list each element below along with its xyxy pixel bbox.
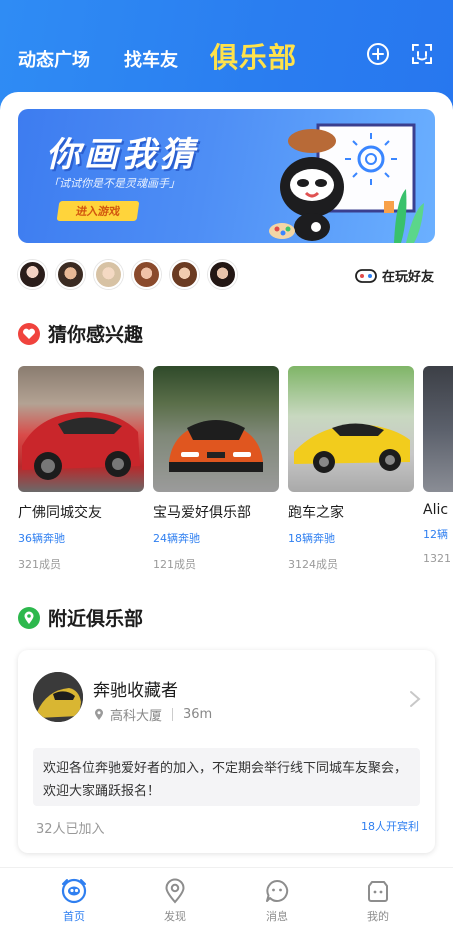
interest-club-list: 广佛同城交友 36辆奔驰 321成员 宝马爱好俱乐部 24辆奔驰 121成员 跑… (18, 366, 453, 576)
separator (172, 708, 174, 721)
club-members: 3124成员 (288, 558, 338, 571)
club-card[interactable]: 宝马爱好俱乐部 24辆奔驰 121成员 (153, 366, 279, 572)
club-car-count: 24辆奔驰 (153, 532, 200, 545)
avatar[interactable] (18, 260, 47, 289)
club-description: 欢迎各位奔驰爱好者的加入，不定期会举行线下同城车友聚会，欢迎大家踊跃报名！ (33, 748, 420, 806)
nav-home-label: 首页 (63, 910, 85, 923)
nav-profile[interactable]: 我的 (348, 878, 408, 924)
heart-icon (18, 322, 40, 345)
club-car-count: 18辆奔驰 (288, 532, 335, 545)
club-members: 321成员 (18, 558, 61, 571)
club-car-count: 36辆奔驰 (18, 532, 65, 545)
distance-text: 36m (183, 707, 213, 722)
enter-game-button[interactable]: 进入游戏 (56, 201, 140, 221)
club-name: Alic (423, 502, 449, 518)
club-image (18, 366, 144, 492)
avatar[interactable] (132, 260, 161, 289)
benefit-count[interactable]: 18人开宾利 (361, 818, 419, 834)
plus-circle-icon[interactable] (366, 42, 390, 66)
message-icon (266, 879, 289, 902)
nav-messages[interactable]: 消息 (247, 878, 307, 924)
bottom-nav: 首页 发现 消息 我的 (0, 867, 453, 929)
friend-avatars[interactable] (18, 260, 237, 290)
club-card[interactable]: 广佛同城交友 36辆奔驰 321成员 (18, 366, 144, 572)
nav-discover-label: 发现 (164, 910, 186, 923)
tab-find-friends[interactable]: 找车友 (124, 46, 178, 72)
avatar[interactable] (208, 260, 237, 289)
club-location: 高科大厦 36m (94, 705, 212, 724)
main-content: 你画我猜 「试试你是不是灵魂画手」 进入游戏 在玩好友 猜你感兴趣 广佛同城交友… (0, 92, 453, 867)
club-name: 奔驰收藏者 (93, 681, 178, 701)
avatar[interactable] (94, 260, 123, 289)
banner-title: 你画我猜 (46, 135, 198, 175)
club-avatar (33, 672, 83, 722)
location-text: 高科大厦 (110, 709, 163, 724)
club-image (153, 366, 279, 492)
tab-feed[interactable]: 动态广场 (18, 46, 90, 72)
club-name: 广佛同城交友 (18, 505, 102, 521)
playing-friends-label: 在玩好友 (381, 270, 434, 285)
club-image (423, 366, 453, 492)
avatar[interactable] (170, 260, 199, 289)
club-car-count: 12辆 (423, 528, 448, 541)
banner-subtitle: 「试试你是不是灵魂画手」 (48, 177, 180, 190)
banner-illustration (269, 123, 424, 243)
club-name: 宝马爱好俱乐部 (153, 505, 251, 521)
discover-icon (165, 878, 185, 904)
nav-messages-label: 消息 (266, 910, 288, 923)
club-members: 121成员 (153, 558, 196, 571)
club-card[interactable]: Alic 12辆 1321 (423, 366, 453, 565)
club-name: 跑车之家 (288, 505, 344, 521)
club-image (288, 366, 414, 492)
gamepad-icon (355, 268, 377, 283)
location-pin-icon (95, 708, 103, 720)
nearby-club-card[interactable]: 奔驰收藏者 高科大厦 36m 欢迎各位奔驰爱好者的加入，不定期会举行线下同城车友… (18, 650, 435, 853)
nav-profile-label: 我的 (367, 910, 389, 923)
scan-icon[interactable] (410, 42, 434, 66)
home-icon (61, 878, 87, 904)
avatar[interactable] (56, 260, 85, 289)
location-pin-icon (18, 606, 40, 629)
club-members: 1321 (423, 552, 451, 565)
profile-icon (368, 881, 388, 902)
game-banner[interactable]: 你画我猜 「试试你是不是灵魂画手」 进入游戏 (18, 109, 435, 243)
nav-discover[interactable]: 发现 (145, 878, 205, 924)
club-card[interactable]: 跑车之家 18辆奔驰 3124成员 (288, 366, 414, 572)
tab-club[interactable]: 俱乐部 (210, 36, 297, 76)
nav-home[interactable]: 首页 (44, 878, 104, 924)
chevron-right-icon[interactable] (409, 690, 421, 708)
nearby-section-title: 附近俱乐部 (18, 604, 143, 631)
playing-friends-link[interactable]: 在玩好友 (355, 266, 434, 285)
interest-section-title: 猜你感兴趣 (18, 320, 143, 347)
joined-count: 32人已加入 (36, 822, 105, 837)
